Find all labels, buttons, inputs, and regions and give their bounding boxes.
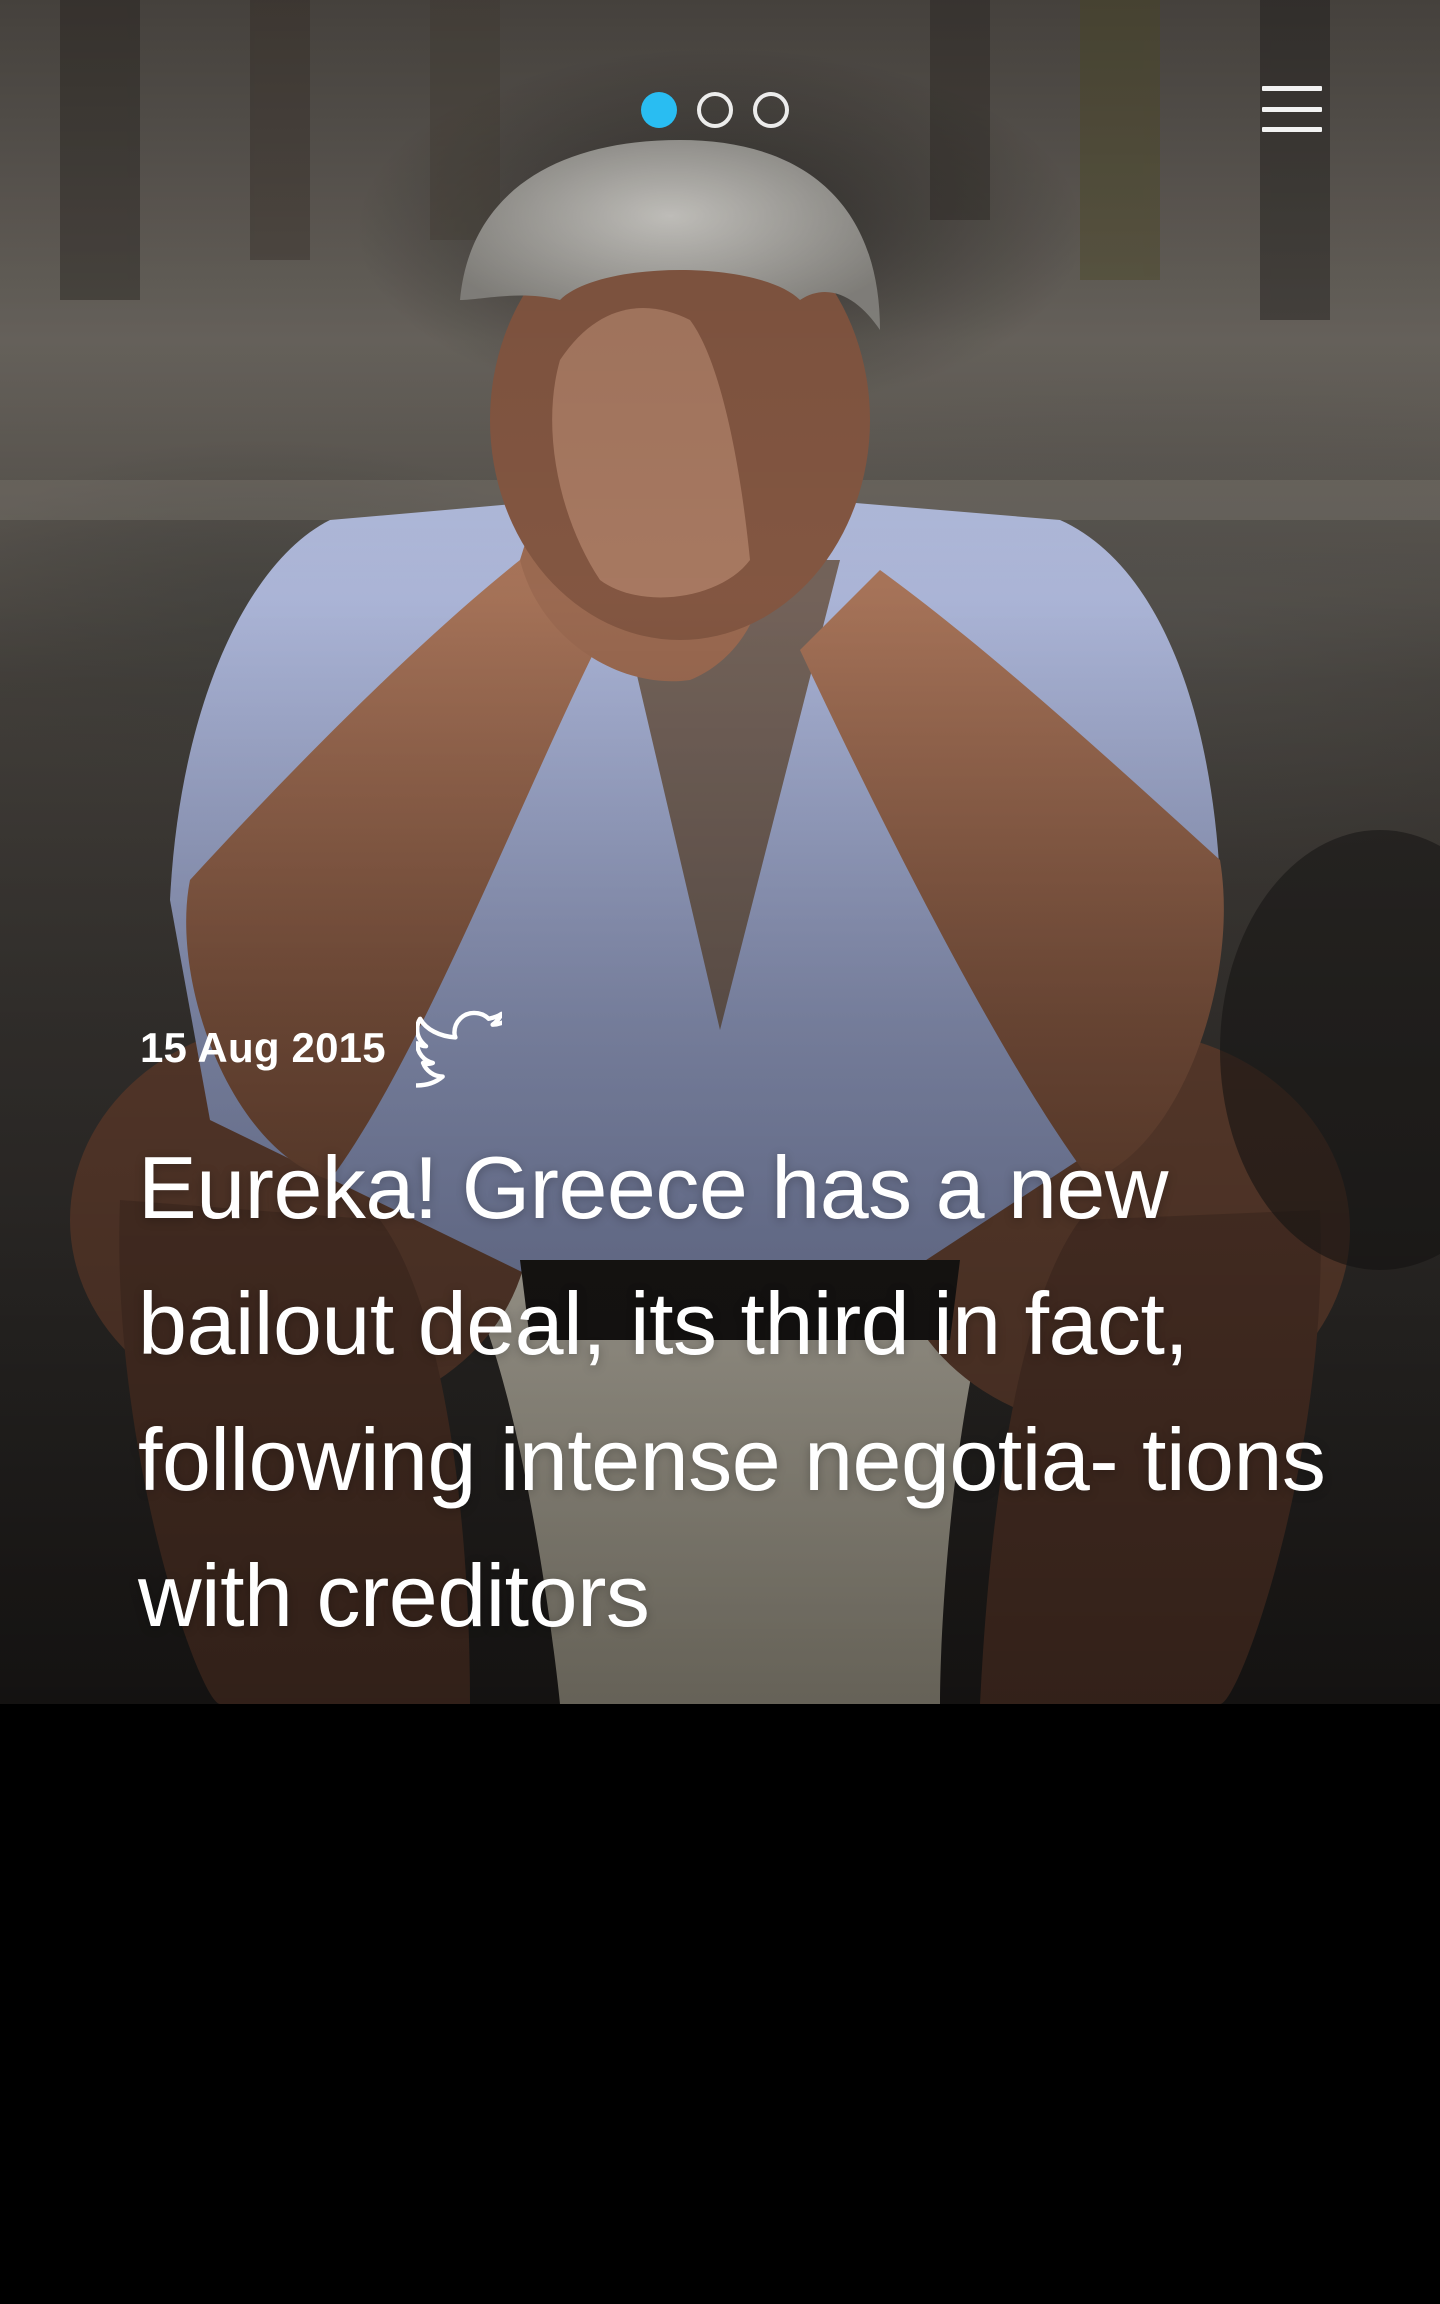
empty-content-area: [0, 1704, 1440, 2304]
article-headline[interactable]: Eureka! Greece has a new bailout deal, i…: [138, 1120, 1328, 1664]
pager-dot[interactable]: [753, 92, 789, 128]
hamburger-icon: [1262, 127, 1322, 132]
article-screen: 15 Aug 2015 Eureka! Greece has a new bai…: [0, 0, 1440, 2304]
slide-pager: [641, 92, 789, 128]
article-date: 15 Aug 2015: [140, 1024, 386, 1071]
hamburger-icon: [1262, 106, 1322, 112]
article-meta: 15 Aug 2015: [140, 1008, 502, 1088]
menu-button[interactable]: [1262, 86, 1322, 132]
pager-dot[interactable]: [697, 92, 733, 128]
hero-image[interactable]: 15 Aug 2015 Eureka! Greece has a new bai…: [0, 0, 1440, 1704]
hamburger-icon: [1262, 86, 1322, 91]
pager-dot-active[interactable]: [641, 92, 677, 128]
twitter-icon[interactable]: [415, 1008, 502, 1088]
